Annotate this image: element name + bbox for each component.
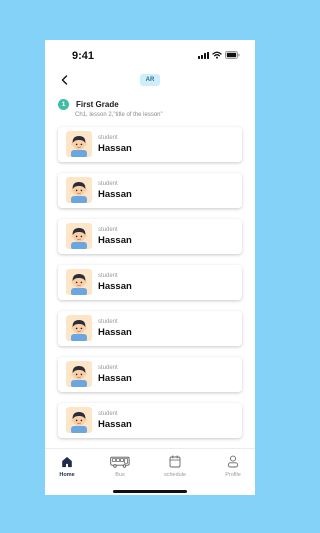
boy-avatar-icon (71, 136, 87, 157)
status-time: 9:41 (72, 50, 95, 62)
calendar-icon (169, 455, 181, 468)
wifi-icon (212, 51, 222, 59)
student-role: student (98, 227, 118, 233)
student-role: student (98, 273, 118, 279)
student-role: student (98, 411, 118, 417)
student-name: Hassan (98, 327, 132, 338)
tab-schedule[interactable]: schedule (155, 455, 195, 481)
battery-icon (225, 51, 240, 59)
student-card[interactable]: student Hassan (58, 173, 242, 208)
grade-row: 1 First Grade (58, 98, 119, 110)
profile-icon (227, 455, 239, 468)
student-card[interactable]: student Hassan (58, 311, 242, 346)
boy-avatar-icon (71, 366, 87, 387)
tab-label-bus: Bus (115, 472, 125, 478)
tab-bar: Home Bus schedule Profile (45, 448, 255, 495)
student-avatar (66, 315, 92, 341)
status-bar: 9:41 (45, 40, 255, 70)
boy-avatar-icon (71, 228, 87, 249)
phone-screen: 9:41 AR 1 First Grade Ch1, lesson 2,"tit… (45, 40, 255, 495)
student-role: student (98, 365, 118, 371)
student-card[interactable]: student Hassan (58, 219, 242, 254)
grade-number-badge: 1 (58, 98, 69, 110)
boy-avatar-icon (71, 320, 87, 341)
header: AR (45, 70, 255, 92)
tab-label-profile: Profile (225, 472, 241, 478)
lesson-subtitle: Ch1, lesson 2,"title of the lesson" (75, 112, 163, 118)
student-role: student (98, 181, 118, 187)
tab-bus[interactable]: Bus (100, 455, 140, 481)
student-avatar (66, 269, 92, 295)
grade-title: First Grade (76, 99, 119, 109)
back-button[interactable] (58, 72, 72, 88)
tab-home[interactable]: Home (47, 455, 87, 481)
tab-profile[interactable]: Profile (213, 455, 253, 481)
student-card[interactable]: student Hassan (58, 403, 242, 438)
student-name: Hassan (98, 143, 132, 154)
tab-label-schedule: schedule (163, 472, 187, 478)
language-toggle[interactable]: AR (140, 74, 160, 86)
student-avatar (66, 131, 92, 157)
student-name: Hassan (98, 235, 132, 246)
boy-avatar-icon (71, 182, 87, 203)
student-avatar (66, 223, 92, 249)
student-avatar (66, 177, 92, 203)
student-avatar (66, 407, 92, 433)
tab-label-home: Home (59, 472, 75, 478)
signal-icon (198, 51, 209, 59)
status-icons (198, 51, 240, 59)
student-name: Hassan (98, 373, 132, 384)
student-avatar (66, 361, 92, 387)
bus-icon (110, 455, 130, 468)
chevron-left-icon (61, 75, 68, 85)
student-name: Hassan (98, 189, 132, 200)
boy-avatar-icon (71, 412, 87, 433)
student-name: Hassan (98, 281, 132, 292)
student-name: Hassan (98, 419, 132, 430)
student-card[interactable]: student Hassan (58, 357, 242, 392)
home-indicator (113, 490, 187, 493)
student-role: student (98, 319, 118, 325)
student-card[interactable]: student Hassan (58, 265, 242, 300)
home-icon (61, 455, 73, 468)
student-card[interactable]: student Hassan (58, 127, 242, 162)
student-role: student (98, 135, 118, 141)
boy-avatar-icon (71, 274, 87, 295)
